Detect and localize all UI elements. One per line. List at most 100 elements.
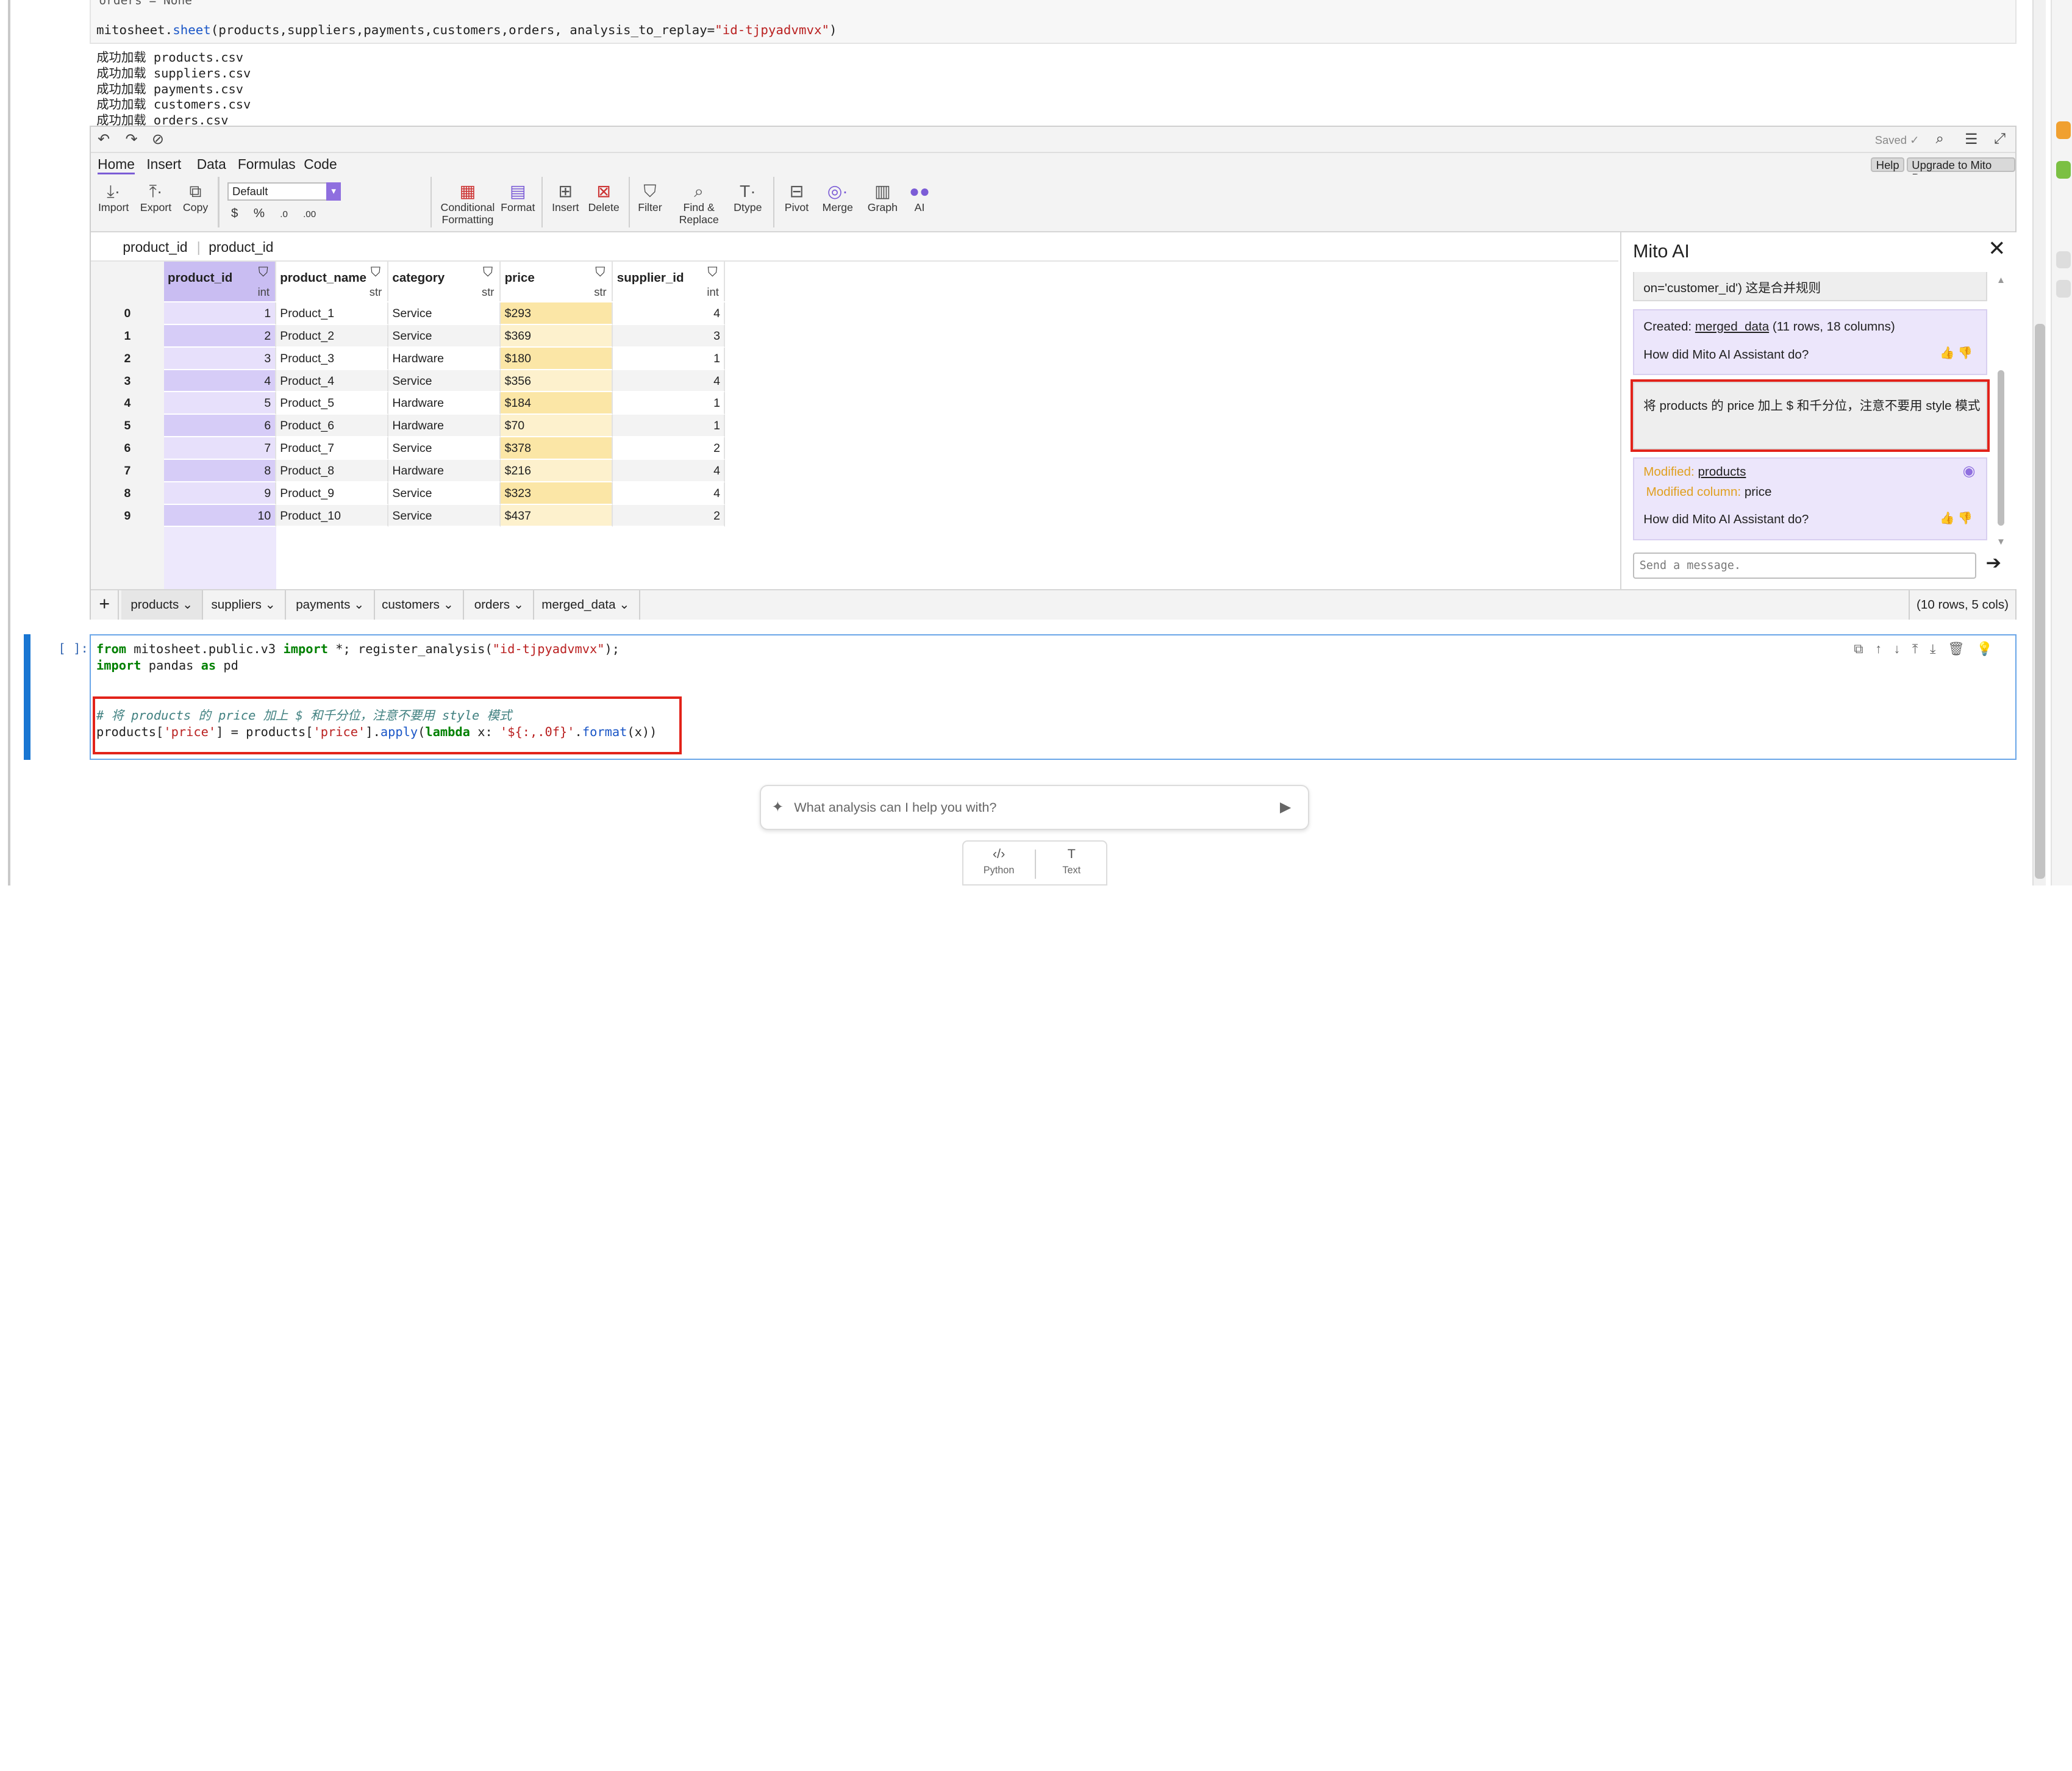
- table-cell[interactable]: Service: [388, 324, 501, 348]
- table-cell[interactable]: Product_4: [276, 370, 388, 393]
- row-index[interactable]: 8: [91, 482, 164, 505]
- import-button[interactable]: ⤓· Import: [96, 180, 130, 214]
- ai-chat-scrollbar[interactable]: ▲ ▼: [1996, 275, 2007, 547]
- table-cell[interactable]: Hardware: [388, 392, 501, 415]
- undo-icon[interactable]: ↶: [98, 131, 110, 148]
- insert-column-button[interactable]: ⊞ Insert: [549, 180, 581, 214]
- column-header[interactable]: supplier_id ⛉ int: [613, 261, 726, 301]
- green-badge-icon[interactable]: [2056, 161, 2071, 179]
- panel-icon[interactable]: [2056, 280, 2071, 298]
- sheet-tab-merged-data[interactable]: merged_data ⌄: [532, 590, 640, 620]
- upgrade-button[interactable]: Upgrade to Mito Pro: [1906, 157, 2015, 184]
- tab-home[interactable]: Home: [98, 156, 135, 174]
- format-button[interactable]: ▤ Format: [499, 180, 537, 214]
- table-cell[interactable]: Product_8: [276, 459, 388, 482]
- delete-icon[interactable]: 🗑: [1948, 641, 1976, 656]
- graph-button[interactable]: ▥ Graph: [865, 180, 899, 214]
- scroll-thumb[interactable]: [2035, 323, 2046, 879]
- table-cell[interactable]: 4: [163, 370, 276, 393]
- panel-icon[interactable]: [2056, 251, 2071, 268]
- ai-button[interactable]: ●● AI: [905, 180, 934, 214]
- ai-ask-box[interactable]: ✦ What analysis can I help you with? ▶: [760, 785, 1310, 830]
- text-cell-button[interactable]: T Text: [1036, 847, 1107, 878]
- row-index[interactable]: 6: [91, 437, 164, 460]
- table-cell[interactable]: 1: [613, 415, 726, 438]
- created-link[interactable]: merged_data: [1695, 320, 1769, 334]
- table-cell[interactable]: 4: [613, 302, 726, 325]
- row-index[interactable]: 4: [91, 392, 164, 415]
- table-cell[interactable]: Service: [388, 482, 501, 505]
- formula-bar-value[interactable]: product_id: [209, 239, 273, 256]
- move-up-icon[interactable]: ↑: [1875, 641, 1893, 656]
- help-button[interactable]: Help: [1871, 157, 1905, 172]
- clear-icon[interactable]: ⊘: [152, 131, 164, 148]
- table-cell[interactable]: 2: [613, 437, 726, 460]
- table-cell[interactable]: $216: [501, 459, 613, 482]
- table-cell[interactable]: Product_7: [276, 437, 388, 460]
- table-cell[interactable]: 4: [613, 459, 726, 482]
- table-cell[interactable]: $180: [501, 347, 613, 370]
- table-cell[interactable]: Product_2: [276, 324, 388, 348]
- table-cell[interactable]: 1: [163, 302, 276, 325]
- table-cell[interactable]: 3: [163, 347, 276, 370]
- pivot-button[interactable]: ⊟ Pivot: [779, 180, 813, 214]
- move-down-icon[interactable]: ↓: [1894, 641, 1912, 656]
- row-index[interactable]: 9: [91, 504, 164, 528]
- row-index[interactable]: 5: [91, 415, 164, 438]
- tab-insert[interactable]: Insert: [146, 156, 181, 173]
- sheet-tab-products[interactable]: products ⌄: [121, 590, 204, 620]
- add-sheet-button[interactable]: +: [91, 590, 120, 620]
- table-cell[interactable]: 2: [613, 504, 726, 528]
- fullscreen-icon[interactable]: ⤢: [1994, 131, 2006, 148]
- table-cell[interactable]: Product_9: [276, 482, 388, 505]
- table-cell[interactable]: Service: [388, 302, 501, 325]
- sheet-tab-suppliers[interactable]: suppliers ⌄: [202, 590, 286, 620]
- filter-icon[interactable]: ⛉: [371, 264, 380, 280]
- ask-input[interactable]: What analysis can I help you with?: [794, 800, 996, 815]
- row-index[interactable]: 2: [91, 347, 164, 370]
- table-cell[interactable]: Hardware: [388, 459, 501, 482]
- row-index[interactable]: 7: [91, 459, 164, 482]
- table-cell[interactable]: Product_5: [276, 392, 388, 415]
- lightbulb-icon[interactable]: 💡: [1976, 641, 2004, 656]
- ai-message-input[interactable]: Send a message.: [1633, 552, 1977, 579]
- table-cell[interactable]: Product_1: [276, 302, 388, 325]
- table-cell[interactable]: 6: [163, 415, 276, 438]
- insert-below-icon[interactable]: ⤓: [1930, 641, 1948, 656]
- table-cell[interactable]: $323: [501, 482, 613, 505]
- scroll-thumb[interactable]: [1998, 370, 2004, 526]
- export-button[interactable]: ⤒· Export: [137, 180, 174, 214]
- table-cell[interactable]: Product_6: [276, 415, 388, 438]
- menu-icon[interactable]: ☰: [1965, 131, 1977, 148]
- table-cell[interactable]: Hardware: [388, 415, 501, 438]
- insert-above-icon[interactable]: ⤒: [1912, 641, 1930, 656]
- row-index[interactable]: 0: [91, 302, 164, 325]
- table-cell[interactable]: $70: [501, 415, 613, 438]
- table-cell[interactable]: 10: [163, 504, 276, 528]
- table-cell[interactable]: Product_10: [276, 504, 388, 528]
- table-cell[interactable]: 9: [163, 482, 276, 505]
- column-header[interactable]: product_id ⛉ int: [163, 261, 276, 301]
- table-cell[interactable]: 2: [163, 324, 276, 348]
- table-cell[interactable]: $293: [501, 302, 613, 325]
- table-cell[interactable]: 1: [613, 392, 726, 415]
- increase-decimal-button[interactable]: .0: [280, 209, 288, 220]
- eye-icon[interactable]: ◉: [1963, 462, 1976, 480]
- python-cell-button[interactable]: ‹/› Python: [963, 847, 1035, 878]
- delete-column-button[interactable]: ⊠ Delete: [585, 180, 623, 214]
- table-cell[interactable]: 4: [613, 370, 726, 393]
- currency-button[interactable]: $: [231, 206, 238, 220]
- table-cell[interactable]: 8: [163, 459, 276, 482]
- previous-code-cell[interactable]: orders = None mitosheet.sheet(products,s…: [90, 0, 2017, 44]
- table-cell[interactable]: Service: [388, 504, 501, 528]
- table-cell[interactable]: Product_3: [276, 347, 388, 370]
- copy-button[interactable]: ⧉ Copy: [180, 180, 212, 214]
- table-cell[interactable]: 5: [163, 392, 276, 415]
- search-icon[interactable]: ⌕: [1935, 131, 1943, 148]
- filter-icon[interactable]: ⛉: [707, 264, 717, 280]
- find-replace-button[interactable]: ⌕ Find & Replace: [675, 180, 723, 226]
- sheet-tab-customers[interactable]: customers ⌄: [373, 590, 465, 620]
- decrease-decimal-button[interactable]: .00: [303, 209, 316, 220]
- table-cell[interactable]: $369: [501, 324, 613, 348]
- filter-button[interactable]: ⛉ Filter: [634, 180, 666, 214]
